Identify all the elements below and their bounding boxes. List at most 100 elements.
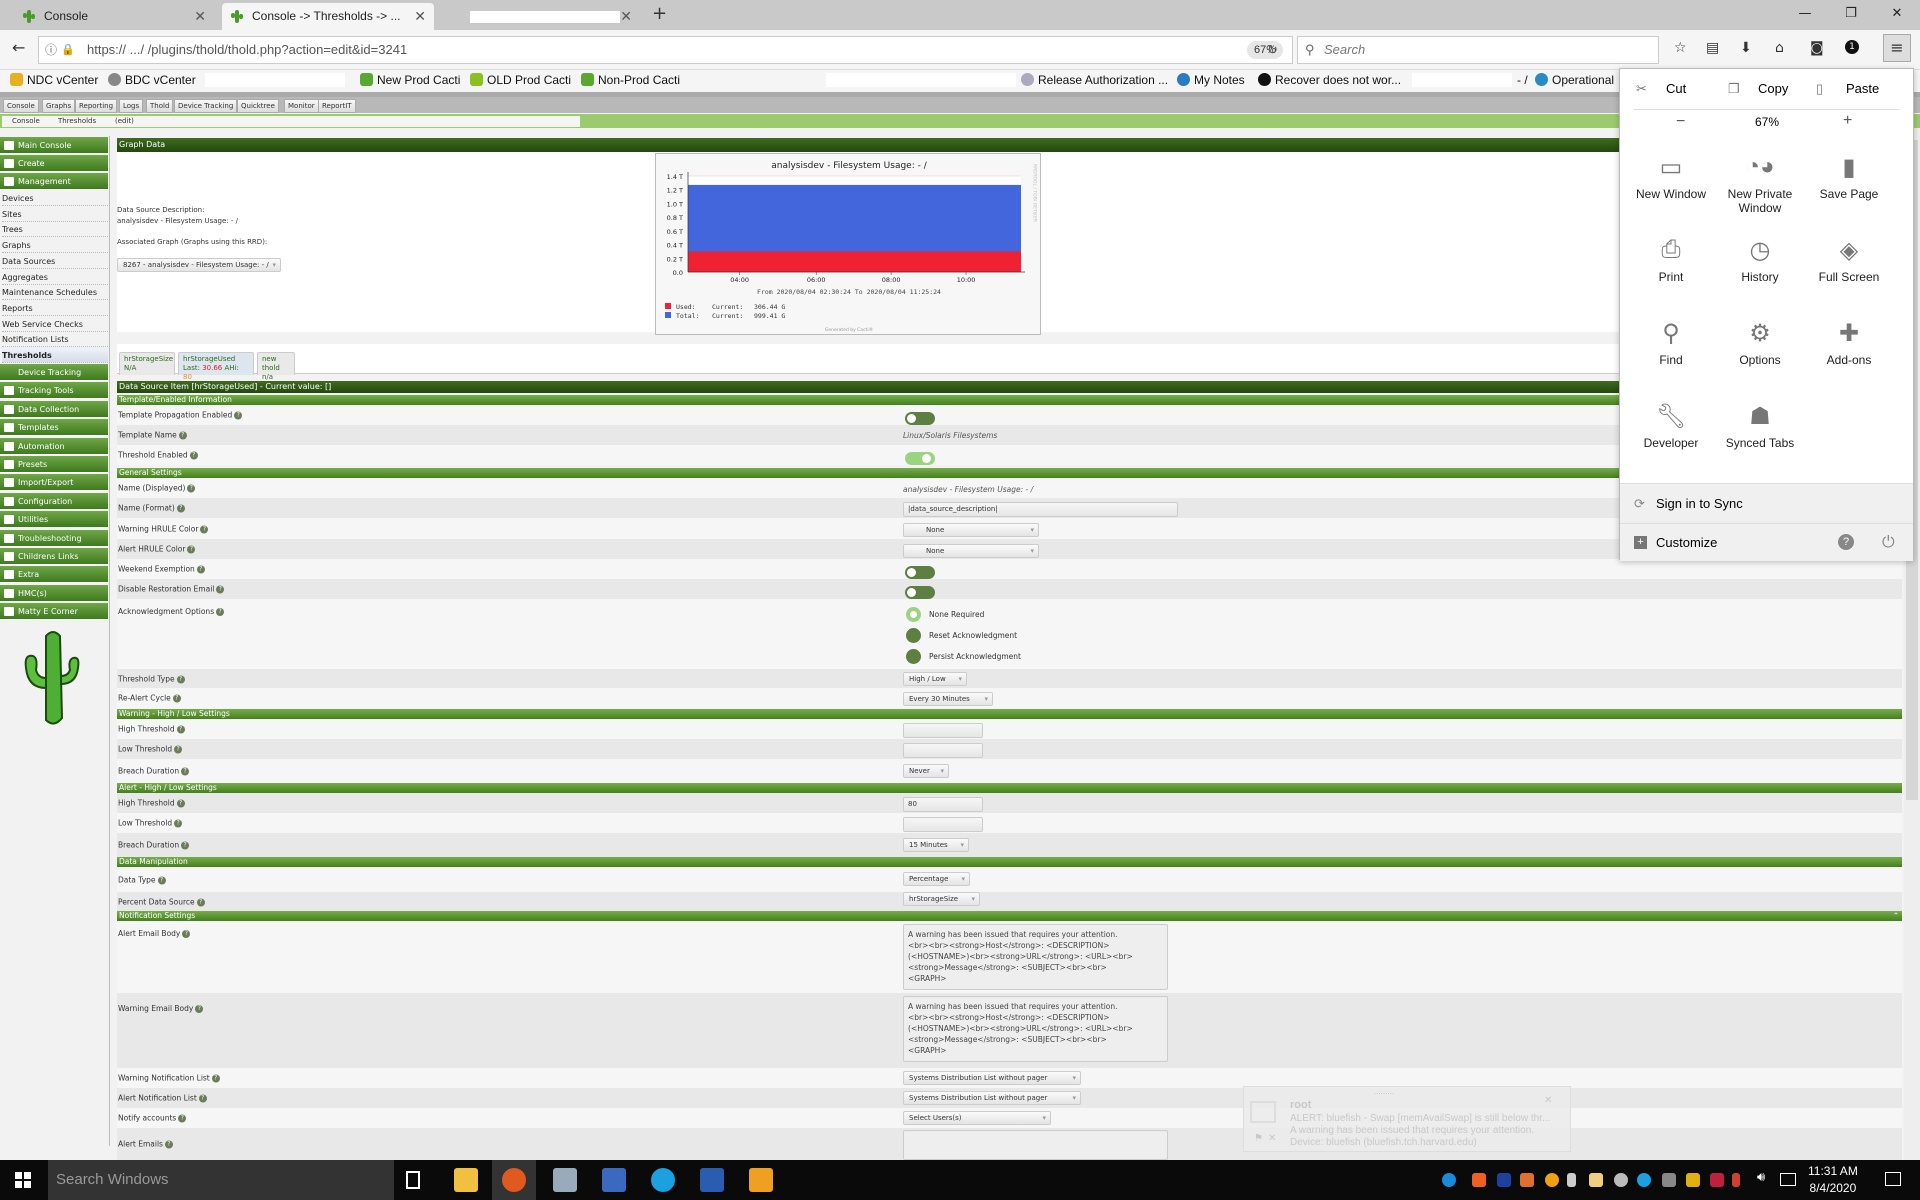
sidebar-group-tracking-tools[interactable]: Tracking Tools: [0, 382, 108, 400]
new-tab-button[interactable]: +: [652, 3, 667, 24]
close-icon[interactable]: ✕: [1544, 1095, 1552, 1106]
usb-tray-icon[interactable]: [1567, 1173, 1576, 1187]
menu-item-new-window[interactable]: ▭ New Window: [1626, 153, 1716, 202]
sidebar-group-import-export[interactable]: Import/Export: [0, 474, 108, 492]
power-icon[interactable]: ⏻: [1882, 524, 1895, 562]
menu-item-history[interactable]: ◷ History: [1715, 236, 1805, 285]
bookmark[interactable]: OLD Prod Cacti: [470, 73, 571, 87]
home-icon[interactable]: ⌂: [1775, 40, 1784, 56]
sidebar-item-reports[interactable]: Reports: [2, 301, 108, 316]
thold-tab-new[interactable]: new thold n/a: [257, 352, 295, 381]
browser-tab-active[interactable]: Console -> Thresholds -> ... ✕: [222, 3, 434, 30]
menu-item-add-ons[interactable]: ✚ Add-ons: [1804, 319, 1894, 368]
disable-restoration-toggle[interactable]: [905, 586, 935, 599]
data-type-select[interactable]: Percentage: [903, 872, 970, 886]
sidebar-item-graphs[interactable]: Graphs: [2, 238, 108, 254]
alert-email-body-textarea[interactable]: A warning has been issued that requires …: [903, 924, 1168, 990]
action-center-icon[interactable]: [1885, 1172, 1901, 1186]
update-tray-icon[interactable]: [1545, 1173, 1559, 1187]
task-view-icon[interactable]: [406, 1171, 420, 1189]
name-format-input[interactable]: |data_source_description|: [903, 502, 1178, 517]
help-icon[interactable]: ?: [187, 484, 196, 493]
acrobat-tray-icon[interactable]: [1497, 1173, 1511, 1187]
thold-tab-hrstorageused[interactable]: hrStorageUsed Last: 30.66 AHi: 80: [178, 352, 254, 381]
help-icon[interactable]: ?: [189, 451, 198, 460]
tab-quicktree[interactable]: Quicktree: [237, 99, 279, 113]
network-icon[interactable]: [1780, 1173, 1796, 1186]
clock[interactable]: 11:31 AM 8/4/2020: [1808, 1163, 1858, 1197]
sidebar-group-childrens-links[interactable]: Childrens Links: [0, 548, 108, 565]
bookmark[interactable]: Operational: [1535, 73, 1614, 87]
percent-ds-select[interactable]: hrStorageSize: [903, 892, 980, 906]
sync-tray-icon[interactable]: [1614, 1173, 1628, 1187]
sidebar-item-data-sources[interactable]: Data Sources: [2, 254, 108, 269]
help-icon[interactable]: ?: [198, 1094, 207, 1103]
sidebar-management[interactable]: Management: [0, 173, 108, 190]
sidebar-group-matty-e-corner[interactable]: Matty E Corner: [0, 603, 108, 621]
zoom-level[interactable]: 67%: [1755, 115, 1779, 129]
java-tray-icon[interactable]: [1520, 1173, 1534, 1187]
menu-item-save-page[interactable]: ▮ Save Page: [1804, 153, 1894, 202]
cut-button[interactable]: Cut: [1666, 81, 1686, 96]
sidebar-main-console[interactable]: Main Console: [0, 137, 108, 154]
customize-button[interactable]: + Customize ? ⏻: [1620, 523, 1913, 561]
taskbar-search[interactable]: Search Windows: [48, 1160, 394, 1200]
sidebar-group-hmc-s-[interactable]: HMC(s): [0, 584, 108, 602]
sidebar-group-data-collection[interactable]: Data Collection: [0, 400, 108, 418]
threshold-type-select[interactable]: High / Low: [903, 672, 967, 686]
help-icon[interactable]: ?: [211, 1074, 220, 1083]
search-input[interactable]: ⚲ Search: [1297, 36, 1659, 64]
email-notification-toast[interactable]: ......... root ALERT: bluefish - Swap [m…: [1243, 1086, 1571, 1152]
bookmark[interactable]: My Notes: [1177, 73, 1245, 87]
help-icon[interactable]: ?: [178, 431, 187, 440]
drag-handle[interactable]: .........: [1374, 1087, 1394, 1096]
help-icon[interactable]: ?: [172, 694, 181, 703]
sidebar-group-utilities[interactable]: Utilities: [0, 511, 108, 529]
sidebar-group-troubleshooting[interactable]: Troubleshooting: [0, 529, 108, 547]
warning-email-body-textarea[interactable]: A warning has been issued that requires …: [903, 996, 1168, 1062]
alert-emails-textarea[interactable]: [903, 1130, 1168, 1160]
tab-thold[interactable]: Thold: [146, 99, 174, 113]
breadcrumb-console[interactable]: Console: [12, 116, 40, 127]
sidebar-item-aggregates[interactable]: Aggregates: [2, 270, 108, 285]
help-icon[interactable]: ?: [174, 745, 183, 754]
sidebar-group-device-tracking[interactable]: Device Tracking: [0, 364, 108, 381]
alert-breach-select[interactable]: 15 Minutes: [903, 838, 969, 852]
back-icon[interactable]: ←: [12, 38, 25, 57]
sidebar-item-maintenance-schedules[interactable]: Maintenance Schedules: [2, 285, 108, 301]
sidebar-item-trees[interactable]: Trees: [2, 222, 108, 238]
tab-graphs[interactable]: Graphs: [42, 99, 76, 113]
help-icon[interactable]: ?: [157, 876, 166, 884]
sidebar-item-thresholds[interactable]: Thresholds: [2, 348, 108, 363]
warning-breach-select[interactable]: Never: [903, 764, 949, 778]
help-desk-tray-icon[interactable]: [1472, 1173, 1486, 1187]
url-bar[interactable]: ⓘ 🔒 https:// .../ /plugins/thold/thold.p…: [38, 36, 1293, 64]
bookmark-redacted[interactable]: [205, 73, 345, 87]
sidebar-item-notification-lists[interactable]: Notification Lists: [2, 332, 108, 348]
zoom-in-button[interactable]: +: [1843, 112, 1852, 130]
tab-device-tracking[interactable]: Device Tracking: [174, 99, 238, 113]
menu-item-synced-tabs[interactable]: ☗ Synced Tabs: [1715, 402, 1805, 451]
warning-hrule-select[interactable]: None: [903, 523, 1039, 537]
office-tray-icon[interactable]: [1686, 1173, 1700, 1187]
bookmark[interactable]: BDC vCenter: [108, 73, 196, 87]
menu-item-new-private-window[interactable]: ◔◕ New Private Window: [1715, 153, 1805, 215]
menu-item-full-screen[interactable]: ◈ Full Screen: [1804, 236, 1894, 285]
ack-option-radio[interactable]: [906, 628, 921, 643]
outlook-icon[interactable]: [749, 1168, 773, 1192]
bookmark[interactable]: NDC vCenter: [10, 73, 98, 87]
minimize-button[interactable]: —: [1782, 0, 1828, 30]
help-icon[interactable]: ?: [234, 411, 243, 420]
help-icon[interactable]: ?: [174, 819, 183, 828]
browser-tab[interactable]: Console ✕: [14, 3, 214, 30]
ack-option-radio[interactable]: [906, 607, 921, 622]
help-icon[interactable]: ?: [176, 504, 185, 513]
volume-icon[interactable]: 🔊︎: [1757, 1170, 1765, 1185]
sidebar-group-extra[interactable]: Extra: [0, 566, 108, 584]
hamburger-menu-button[interactable]: ≡: [1883, 34, 1911, 62]
flag-icon[interactable]: ⚑: [1254, 1133, 1263, 1144]
threshold-enabled-toggle[interactable]: [905, 452, 935, 465]
bookmark-redacted[interactable]: [1412, 73, 1512, 87]
close-tab-icon[interactable]: ✕: [194, 3, 206, 30]
menu-item-print[interactable]: ⎙ Print: [1626, 236, 1716, 284]
